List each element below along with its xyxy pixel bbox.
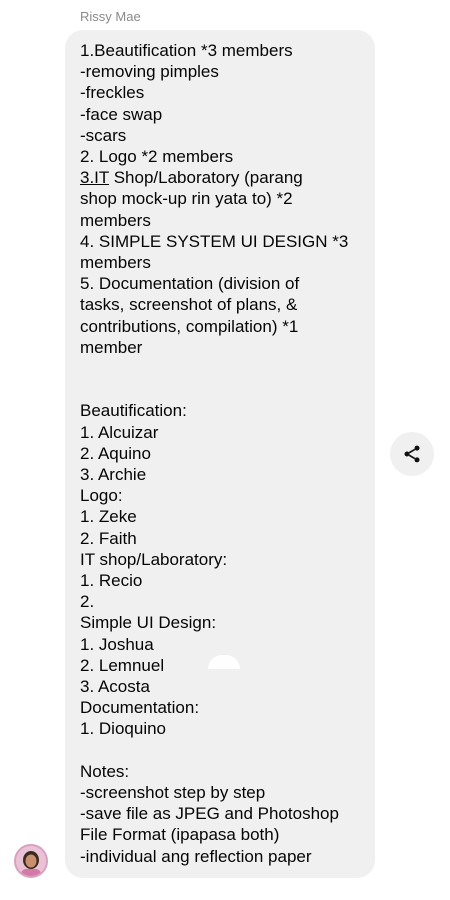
message-line: -save file as JPEG and Photoshop: [80, 804, 339, 824]
message-line: 2. Logo *2 members: [80, 147, 234, 167]
message-line: 1. Alcuizar: [80, 422, 159, 442]
message-line: -removing pimples: [80, 62, 219, 82]
message-line: 2. Aquino: [80, 443, 151, 463]
message-line: 3. Archie: [80, 465, 147, 485]
message-line: 3.IT Shop/Laboratory (parang: [80, 167, 365, 188]
message-line: members: [80, 253, 151, 273]
avatar-image: [16, 846, 46, 876]
message-line: 1. Recio: [80, 571, 143, 591]
message-line: 2.: [80, 592, 95, 612]
sender-name: Rissy Mae: [80, 9, 141, 24]
message-text: 1.Beautification *3 members -removing pim…: [80, 40, 365, 867]
message-line: [80, 379, 365, 400]
message-line: Logo:: [80, 486, 123, 506]
message-line: 1. Zeke: [80, 507, 137, 527]
message-line: 1. Dioquino: [80, 719, 167, 739]
message-line: -face swap: [80, 104, 163, 124]
message-line: contributions, compilation) *1: [80, 316, 299, 336]
message-line: 5. Documentation (division of: [80, 274, 300, 294]
message-line: -freckles: [80, 83, 145, 103]
message-bubble[interactable]: 1.Beautification *3 members -removing pim…: [65, 30, 375, 878]
message-line: -individual ang reflection paper: [80, 846, 312, 866]
message-line: shop mock-up rin yata to) *2: [80, 189, 293, 209]
message-line: IT shop/Laboratory:: [80, 549, 228, 569]
message-line: tasks, screenshot of plans, &: [80, 295, 298, 315]
message-line: File Format (ipapasa both): [80, 825, 280, 845]
message-line: 2. Faith: [80, 528, 137, 548]
it-link[interactable]: 3.IT: [80, 168, 109, 187]
message-line: Notes:: [80, 761, 130, 781]
share-icon: [404, 445, 420, 463]
share-button[interactable]: [390, 432, 434, 476]
message-line: 1.Beautification *3 members: [80, 41, 293, 60]
message-line: members: [80, 210, 151, 230]
it-line-rest: Shop/Laboratory (parang: [108, 168, 303, 188]
message-line: Beautification:: [80, 401, 187, 421]
avatar[interactable]: [14, 844, 48, 878]
message-line: [80, 740, 365, 761]
message-line: member: [80, 337, 143, 357]
message-line: [80, 358, 365, 379]
message-line: Simple UI Design:: [80, 613, 217, 633]
message-line: 4. SIMPLE SYSTEM UI DESIGN *3: [80, 231, 349, 251]
message-line: 3. Acosta: [80, 677, 150, 697]
message-line: -screenshot step by step: [80, 783, 266, 803]
message-line: 1. Joshua: [80, 634, 154, 654]
message-line: Documentation:: [80, 698, 200, 718]
message-line: -scars: [80, 125, 127, 145]
